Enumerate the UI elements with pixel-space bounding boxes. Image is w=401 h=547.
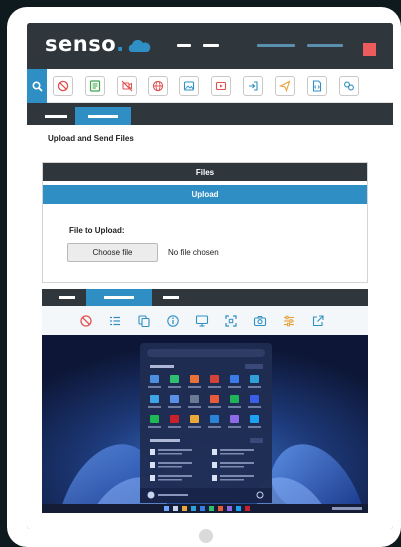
link-button[interactable]: [339, 76, 359, 96]
action-toolbar: [27, 69, 393, 103]
logo-dot: .: [116, 32, 125, 56]
screenshot-icon: [183, 81, 195, 91]
video-button[interactable]: [211, 76, 231, 96]
file-code-icon: [312, 80, 322, 92]
link-icon: [344, 81, 354, 91]
viewer-tab-2[interactable]: [86, 289, 152, 306]
files-card: Files Upload File to Upload: Choose file…: [42, 162, 368, 283]
device-frame: senso. Upload and Send Files Files Uploa…: [7, 7, 401, 547]
section-tabs: [27, 107, 393, 125]
upload-panel: Upload and Send Files Files Upload File …: [27, 125, 393, 529]
copy-icon[interactable]: [137, 314, 151, 328]
viewer-tab-2-line: [104, 296, 134, 299]
camera-icon[interactable]: [253, 314, 267, 328]
tab-first-line: [45, 114, 67, 118]
file-upload-label: File to Upload:: [69, 226, 125, 235]
screenshot-button[interactable]: [179, 76, 199, 96]
menu-dash-3[interactable]: [257, 44, 295, 47]
viewer-toolbar: [42, 306, 368, 335]
send-icon: [279, 80, 291, 92]
send-button[interactable]: [275, 76, 295, 96]
viewer-tab-3-line: [163, 296, 179, 299]
sliders-icon[interactable]: [282, 314, 296, 328]
list-icon[interactable]: [108, 314, 122, 328]
checklist-button[interactable]: [85, 76, 105, 96]
desktop-wallpaper: [42, 335, 368, 513]
globe-icon: [152, 80, 164, 92]
block-icon: [57, 80, 69, 92]
expand-icon[interactable]: [224, 314, 238, 328]
tab-upload[interactable]: [75, 107, 131, 125]
tab-upload-line: [88, 114, 118, 118]
tab-first[interactable]: [41, 107, 71, 125]
info-icon[interactable]: [166, 314, 180, 328]
logo-text: senso: [45, 32, 117, 56]
block-button[interactable]: [53, 76, 73, 96]
checklist-icon: [89, 80, 101, 92]
share-icon[interactable]: [311, 314, 325, 328]
senso-logo[interactable]: senso.: [45, 32, 125, 56]
block-icon[interactable]: [79, 314, 93, 328]
video-icon: [215, 81, 227, 91]
remote-desktop-view[interactable]: [42, 335, 368, 513]
panel-title: Upload and Send Files: [48, 134, 134, 143]
cloud-icon: [128, 40, 151, 52]
viewer-tab-1-line: [59, 296, 75, 299]
menu-dash-4[interactable]: [307, 44, 343, 47]
mute-button[interactable]: [117, 76, 137, 96]
menu-dash-1[interactable]: [177, 44, 191, 47]
file-code-button[interactable]: [307, 76, 327, 96]
choose-file-button[interactable]: Choose file: [67, 243, 158, 262]
remote-viewer: [42, 289, 368, 529]
search-button[interactable]: [27, 69, 47, 103]
menu-dash-2[interactable]: [203, 44, 219, 47]
home-button[interactable]: [199, 529, 213, 543]
viewer-tabs: [42, 289, 368, 306]
mute-icon: [121, 80, 133, 92]
login-button[interactable]: [243, 76, 263, 96]
files-header: Files: [43, 163, 367, 181]
login-icon: [249, 81, 258, 91]
monitor-icon[interactable]: [195, 314, 209, 328]
app-screen: senso. Upload and Send Files Files Uploa…: [27, 23, 393, 529]
alert-indicator[interactable]: [363, 43, 376, 56]
file-status-text: No file chosen: [168, 248, 219, 257]
top-bar: senso.: [27, 23, 393, 69]
viewer-tab-3[interactable]: [156, 289, 186, 306]
globe-button[interactable]: [148, 76, 168, 96]
viewer-tab-1[interactable]: [52, 289, 82, 306]
upload-header[interactable]: Upload: [43, 185, 367, 204]
search-icon: [31, 80, 43, 92]
